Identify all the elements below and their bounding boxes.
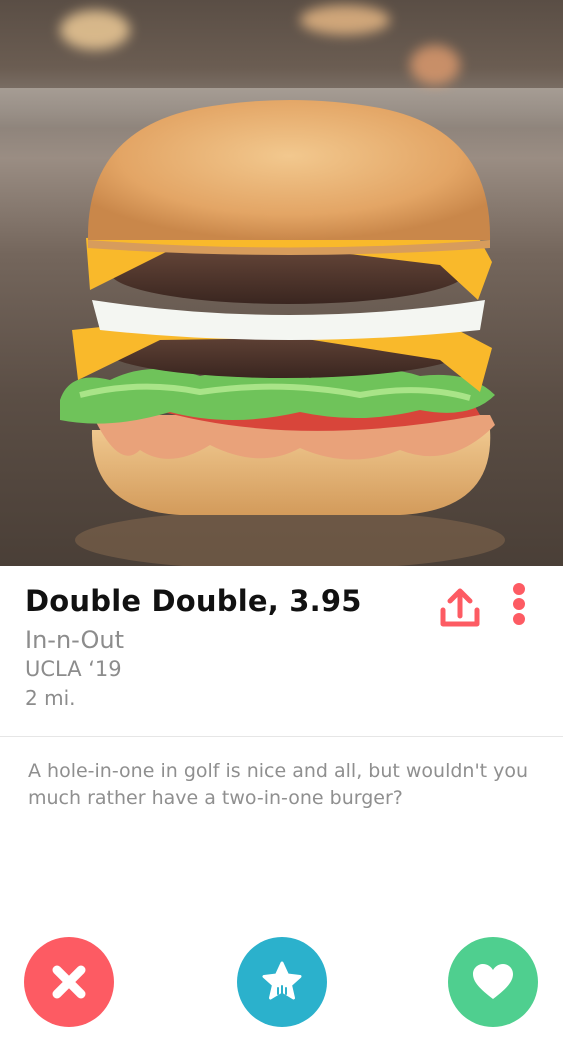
profile-photo[interactable] xyxy=(0,0,563,566)
more-options-button[interactable] xyxy=(510,583,528,627)
profile-title: Double Double, 3.95 xyxy=(25,584,362,618)
burger-illustration xyxy=(60,100,505,566)
profile-school: UCLA ‘19 xyxy=(25,657,122,681)
section-divider xyxy=(0,736,563,737)
close-icon xyxy=(52,965,86,999)
profile-bio: A hole-in-one in golf is nice and all, b… xyxy=(28,760,529,809)
share-icon xyxy=(440,588,480,627)
profile-distance: 2 mi. xyxy=(25,686,76,710)
star-icon xyxy=(262,961,302,1000)
nope-button[interactable] xyxy=(24,937,114,1027)
heart-icon xyxy=(473,964,513,999)
share-button[interactable] xyxy=(438,586,482,628)
superlike-button[interactable] xyxy=(237,937,327,1027)
more-vertical-icon xyxy=(513,583,525,625)
like-button[interactable] xyxy=(448,937,538,1027)
profile-subtitle: In-n-Out xyxy=(25,626,124,654)
